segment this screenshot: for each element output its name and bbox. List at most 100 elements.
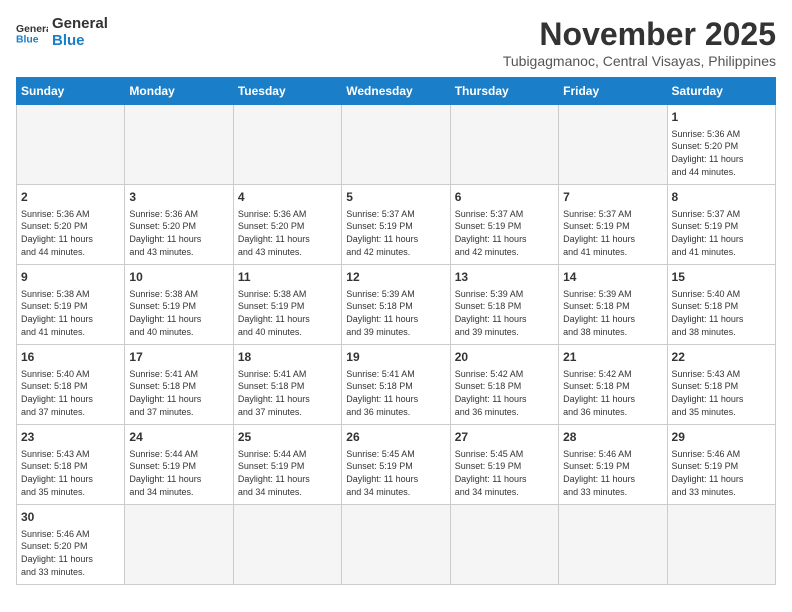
calendar-day-cell: 4Sunrise: 5:36 AM Sunset: 5:20 PM Daylig… <box>233 185 341 265</box>
day-info: Sunrise: 5:36 AM Sunset: 5:20 PM Dayligh… <box>129 208 228 258</box>
day-number: 6 <box>455 189 554 206</box>
calendar-day-cell: 26 Sunrise: 5:45 AM Sunset: 5:19 PM Dayli… <box>342 425 450 505</box>
calendar-day-cell: 22Sunrise: 5:43 AM Sunset: 5:18 PM Dayli… <box>667 345 775 425</box>
calendar-week-row: 23 Sunrise: 5:43 AM Sunset: 5:18 PM Dayli… <box>17 425 776 505</box>
svg-text:General: General <box>16 24 48 35</box>
header-friday: Friday <box>559 78 667 105</box>
calendar-day-cell: 15 Sunrise: 5:40 AM Sunset: 5:18 PM Dayli… <box>667 265 775 345</box>
day-number: 25 <box>238 429 337 446</box>
day-number: 23 <box>21 429 120 446</box>
calendar-day-cell: 18Sunrise: 5:41 AM Sunset: 5:18 PM Dayli… <box>233 345 341 425</box>
logo-svg: General Blue <box>16 21 48 45</box>
day-info: Sunrise: 5:39 AM Sunset: 5:18 PM Dayligh… <box>346 288 445 338</box>
calendar-day-cell: 23 Sunrise: 5:43 AM Sunset: 5:18 PM Dayli… <box>17 425 125 505</box>
day-number: 7 <box>563 189 662 206</box>
calendar-header-row: SundayMondayTuesdayWednesdayThursdayFrid… <box>17 78 776 105</box>
header-tuesday: Tuesday <box>233 78 341 105</box>
calendar-day-cell: 10 Sunrise: 5:38 AM Sunset: 5:19 PM Dayli… <box>125 265 233 345</box>
location-subtitle: Tubigagmanoc, Central Visayas, Philippin… <box>503 53 776 69</box>
day-number: 26 <box>346 429 445 446</box>
calendar-day-cell: 3 Sunrise: 5:36 AM Sunset: 5:20 PM Daylig… <box>125 185 233 265</box>
header-saturday: Saturday <box>667 78 775 105</box>
day-number: 16 <box>21 349 120 366</box>
day-number: 10 <box>129 269 228 286</box>
calendar-week-row: 30Sunrise: 5:46 AM Sunset: 5:20 PM Dayli… <box>17 505 776 585</box>
calendar-day-cell: 29 Sunrise: 5:46 AM Sunset: 5:19 PM Dayli… <box>667 425 775 505</box>
logo: General Blue General Blue <box>16 16 108 49</box>
calendar-day-cell: 7 Sunrise: 5:37 AM Sunset: 5:19 PM Daylig… <box>559 185 667 265</box>
day-number: 8 <box>672 189 771 206</box>
calendar-day-cell: 11Sunrise: 5:38 AM Sunset: 5:19 PM Dayli… <box>233 265 341 345</box>
day-number: 11 <box>238 269 337 286</box>
day-info: Sunrise: 5:41 AM Sunset: 5:18 PM Dayligh… <box>238 368 337 418</box>
calendar-day-cell <box>233 505 341 585</box>
calendar-day-cell <box>450 505 558 585</box>
calendar-table: SundayMondayTuesdayWednesdayThursdayFrid… <box>16 77 776 585</box>
day-info: Sunrise: 5:45 AM Sunset: 5:19 PM Dayligh… <box>455 448 554 498</box>
calendar-day-cell: 19Sunrise: 5:41 AM Sunset: 5:18 PM Dayli… <box>342 345 450 425</box>
calendar-week-row: 2 Sunrise: 5:36 AM Sunset: 5:20 PM Daylig… <box>17 185 776 265</box>
calendar-day-cell: 17 Sunrise: 5:41 AM Sunset: 5:18 PM Dayli… <box>125 345 233 425</box>
calendar-day-cell: 8 Sunrise: 5:37 AM Sunset: 5:19 PM Daylig… <box>667 185 775 265</box>
calendar-day-cell <box>342 105 450 185</box>
day-info: Sunrise: 5:42 AM Sunset: 5:18 PM Dayligh… <box>455 368 554 418</box>
day-info: Sunrise: 5:42 AM Sunset: 5:18 PM Dayligh… <box>563 368 662 418</box>
header-sunday: Sunday <box>17 78 125 105</box>
day-number: 3 <box>129 189 228 206</box>
day-info: Sunrise: 5:38 AM Sunset: 5:19 PM Dayligh… <box>21 288 120 338</box>
header-monday: Monday <box>125 78 233 105</box>
calendar-day-cell: 20Sunrise: 5:42 AM Sunset: 5:18 PM Dayli… <box>450 345 558 425</box>
title-block: November 2025 Tubigagmanoc, Central Visa… <box>503 16 776 69</box>
calendar-day-cell: 6Sunrise: 5:37 AM Sunset: 5:19 PM Daylig… <box>450 185 558 265</box>
calendar-day-cell: 1Sunrise: 5:36 AM Sunset: 5:20 PM Daylig… <box>667 105 775 185</box>
calendar-day-cell: 25 Sunrise: 5:44 AM Sunset: 5:19 PM Dayli… <box>233 425 341 505</box>
calendar-day-cell: 16 Sunrise: 5:40 AM Sunset: 5:18 PM Dayli… <box>17 345 125 425</box>
svg-text:Blue: Blue <box>16 34 39 44</box>
header-wednesday: Wednesday <box>342 78 450 105</box>
calendar-day-cell <box>233 105 341 185</box>
day-number: 13 <box>455 269 554 286</box>
day-number: 15 <box>672 269 771 286</box>
calendar-day-cell <box>342 505 450 585</box>
day-info: Sunrise: 5:46 AM Sunset: 5:19 PM Dayligh… <box>672 448 771 498</box>
calendar-week-row: 16 Sunrise: 5:40 AM Sunset: 5:18 PM Dayli… <box>17 345 776 425</box>
calendar-day-cell: 14Sunrise: 5:39 AM Sunset: 5:18 PM Dayli… <box>559 265 667 345</box>
day-info: Sunrise: 5:36 AM Sunset: 5:20 PM Dayligh… <box>21 208 120 258</box>
day-number: 29 <box>672 429 771 446</box>
day-number: 24 <box>129 429 228 446</box>
calendar-day-cell: 5Sunrise: 5:37 AM Sunset: 5:19 PM Daylig… <box>342 185 450 265</box>
day-number: 1 <box>672 109 771 126</box>
calendar-day-cell: 13 Sunrise: 5:39 AM Sunset: 5:18 PM Dayli… <box>450 265 558 345</box>
day-info: Sunrise: 5:44 AM Sunset: 5:19 PM Dayligh… <box>238 448 337 498</box>
calendar-day-cell <box>17 105 125 185</box>
day-info: Sunrise: 5:38 AM Sunset: 5:19 PM Dayligh… <box>129 288 228 338</box>
day-number: 12 <box>346 269 445 286</box>
day-number: 2 <box>21 189 120 206</box>
calendar-week-row: 1Sunrise: 5:36 AM Sunset: 5:20 PM Daylig… <box>17 105 776 185</box>
day-info: Sunrise: 5:39 AM Sunset: 5:18 PM Dayligh… <box>455 288 554 338</box>
calendar-day-cell <box>125 105 233 185</box>
day-info: Sunrise: 5:36 AM Sunset: 5:20 PM Dayligh… <box>238 208 337 258</box>
calendar-day-cell <box>667 505 775 585</box>
logo-general-text: General <box>52 16 108 33</box>
calendar-day-cell <box>125 505 233 585</box>
day-info: Sunrise: 5:37 AM Sunset: 5:19 PM Dayligh… <box>672 208 771 258</box>
calendar-day-cell: 28Sunrise: 5:46 AM Sunset: 5:19 PM Dayli… <box>559 425 667 505</box>
day-number: 9 <box>21 269 120 286</box>
day-info: Sunrise: 5:41 AM Sunset: 5:18 PM Dayligh… <box>129 368 228 418</box>
day-info: Sunrise: 5:39 AM Sunset: 5:18 PM Dayligh… <box>563 288 662 338</box>
day-info: Sunrise: 5:41 AM Sunset: 5:18 PM Dayligh… <box>346 368 445 418</box>
day-number: 30 <box>21 509 120 526</box>
calendar-day-cell <box>450 105 558 185</box>
day-info: Sunrise: 5:40 AM Sunset: 5:18 PM Dayligh… <box>672 288 771 338</box>
day-info: Sunrise: 5:45 AM Sunset: 5:19 PM Dayligh… <box>346 448 445 498</box>
day-info: Sunrise: 5:44 AM Sunset: 5:19 PM Dayligh… <box>129 448 228 498</box>
day-number: 17 <box>129 349 228 366</box>
calendar-day-cell <box>559 105 667 185</box>
logo-blue-text: Blue <box>52 33 108 50</box>
day-info: Sunrise: 5:43 AM Sunset: 5:18 PM Dayligh… <box>21 448 120 498</box>
calendar-day-cell: 27Sunrise: 5:45 AM Sunset: 5:19 PM Dayli… <box>450 425 558 505</box>
header-thursday: Thursday <box>450 78 558 105</box>
day-info: Sunrise: 5:40 AM Sunset: 5:18 PM Dayligh… <box>21 368 120 418</box>
day-info: Sunrise: 5:37 AM Sunset: 5:19 PM Dayligh… <box>563 208 662 258</box>
